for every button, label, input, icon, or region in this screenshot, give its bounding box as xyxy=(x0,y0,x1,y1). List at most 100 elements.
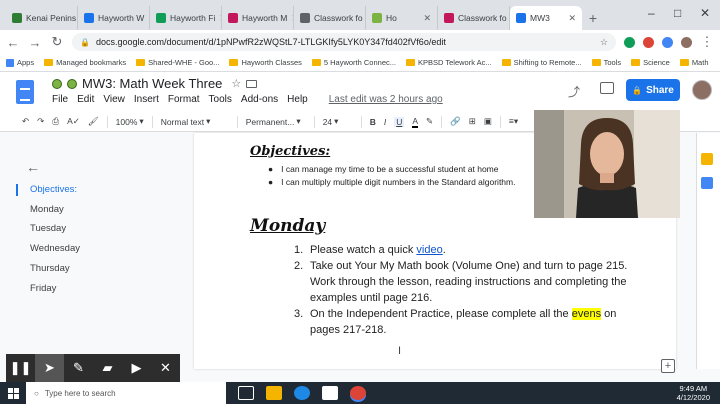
outline-item-monday[interactable]: Monday xyxy=(30,204,64,215)
bookmark-item[interactable]: Shifting to Remote... xyxy=(501,58,582,67)
menu-item-view[interactable]: View xyxy=(103,94,125,105)
bookmark-item[interactable]: Math xyxy=(679,58,709,67)
more-vert-icon[interactable]: ⋮ xyxy=(700,34,714,50)
bookmark-item[interactable]: Shared-WHE - Goo... xyxy=(136,58,219,67)
bookmark-item[interactable]: Apps xyxy=(6,58,34,67)
text-color-icon[interactable]: A xyxy=(412,116,419,128)
store-icon[interactable] xyxy=(322,386,338,400)
highlight-icon[interactable]: ✎ xyxy=(426,116,433,127)
profile-avatar[interactable] xyxy=(681,36,692,48)
last-edit-link[interactable]: Last edit was 2 hours ago xyxy=(329,94,443,105)
menu-item-tools[interactable]: Tools xyxy=(209,94,232,105)
edge-icon[interactable] xyxy=(294,386,310,400)
close-icon[interactable]: ✕ xyxy=(151,354,180,382)
file-explorer-icon[interactable] xyxy=(266,386,282,400)
insert-image-icon[interactable]: ▣ xyxy=(484,116,492,127)
bookmark-item[interactable]: Science xyxy=(631,58,670,67)
account-avatar[interactable] xyxy=(692,80,712,100)
outline-item-objectives[interactable]: Objectives: xyxy=(30,184,77,195)
extension-icon[interactable] xyxy=(662,36,673,48)
menu-item-help[interactable]: Help xyxy=(287,94,308,105)
menu-item-file[interactable]: File xyxy=(52,94,68,105)
menu-item-format[interactable]: Format xyxy=(168,94,200,105)
bullet-icon: ● xyxy=(268,164,274,174)
url-field[interactable]: 🔒 docs.google.com/document/d/1pNPwfR2zWQ… xyxy=(72,33,616,51)
tasks-icon[interactable] xyxy=(701,177,713,189)
taskbar-search-box[interactable]: ○ Type here to search xyxy=(26,382,226,404)
menu-item-edit[interactable]: Edit xyxy=(77,94,94,105)
windows-start-icon[interactable] xyxy=(0,382,26,404)
zoom-select[interactable]: 100% ▾ xyxy=(116,116,144,127)
spellcheck-icon[interactable]: A✓ xyxy=(67,116,80,127)
font-select[interactable]: Permanent... ▾ xyxy=(246,116,306,127)
outline-item-tuesday[interactable]: Tuesday xyxy=(30,223,66,234)
close-window-button[interactable]: ✕ xyxy=(700,6,710,20)
share-button[interactable]: 🔒 Share xyxy=(626,79,680,101)
objective-item: ● I can multiply multiple digit numbers … xyxy=(268,177,515,187)
bookmark-item[interactable]: Managed bookmarks xyxy=(44,58,126,67)
tab-label: Hayworth M xyxy=(242,13,288,23)
italic-icon[interactable]: I xyxy=(384,117,386,127)
print-icon[interactable]: ⎙ xyxy=(52,116,59,127)
browser-tab[interactable]: Kenai Penins✕ xyxy=(6,6,78,30)
browser-tab[interactable]: Ho ✕ xyxy=(366,6,438,30)
menu-item-insert[interactable]: Insert xyxy=(134,94,159,105)
docs-logo-icon[interactable] xyxy=(16,80,34,104)
move-folder-icon[interactable] xyxy=(246,79,258,88)
redo-icon[interactable]: ↷ xyxy=(37,116,44,127)
activity-trend-icon[interactable]: ⤴ xyxy=(568,83,580,100)
star-icon[interactable]: ☆ xyxy=(600,37,608,48)
maximize-button[interactable]: □ xyxy=(674,6,681,20)
insert-comment-icon[interactable]: ⊞ xyxy=(469,116,476,127)
back-arrow-icon[interactable]: ← xyxy=(6,35,20,50)
extension-icon[interactable] xyxy=(643,36,654,48)
chrome-icon[interactable] xyxy=(350,386,366,400)
minimize-button[interactable]: – xyxy=(648,6,655,20)
star-icon[interactable]: ☆ xyxy=(231,77,241,90)
extension-icon[interactable] xyxy=(624,36,635,48)
highlighter-icon[interactable]: ▰ xyxy=(93,354,122,382)
tab-close-icon[interactable]: ✕ xyxy=(423,13,431,24)
bookmark-item[interactable]: Tools xyxy=(591,58,621,67)
undo-icon[interactable]: ↶ xyxy=(22,116,29,127)
reload-icon[interactable]: ↻ xyxy=(50,34,64,50)
pen-icon[interactable]: ✎ xyxy=(64,354,93,382)
bookmark-item[interactable]: 5 Hayworth Connec... xyxy=(311,58,396,67)
browser-tab[interactable]: Hayworth Fi✕ xyxy=(150,6,222,30)
video-link[interactable]: video xyxy=(416,244,442,256)
align-icon[interactable]: ≡▾ xyxy=(509,116,518,127)
browser-tab[interactable]: Classwork fo✕ xyxy=(294,6,366,30)
camera-icon[interactable]: ▶ xyxy=(122,354,151,382)
menu-item-add-ons[interactable]: Add-ons xyxy=(241,94,278,105)
chevron-down-icon: ▾ xyxy=(139,116,144,126)
pointer-icon[interactable]: ➤ xyxy=(35,354,64,382)
keep-icon[interactable] xyxy=(701,153,713,165)
browser-tab[interactable]: Classwork fo✕ xyxy=(438,6,510,30)
bookmark-label: Math xyxy=(691,58,709,67)
browser-tab[interactable]: Hayworth W✕ xyxy=(78,6,150,30)
close-outline-arrow-icon[interactable]: ← xyxy=(26,159,40,175)
forward-arrow-icon[interactable]: → xyxy=(28,35,42,50)
pause-icon[interactable]: ❚❚ xyxy=(6,354,35,382)
font-size-select[interactable]: 24 ▾ xyxy=(323,116,353,127)
comment-icon[interactable] xyxy=(600,82,614,94)
paint-format-icon[interactable]: 🖌 xyxy=(88,116,99,127)
new-tab-button[interactable]: + xyxy=(582,6,604,30)
browser-tab[interactable]: MW3 ✕ xyxy=(510,6,582,30)
link-icon[interactable]: 🔗 xyxy=(450,116,461,127)
outline-item-friday[interactable]: Friday xyxy=(30,283,56,294)
bookmark-item[interactable]: KPBSD Telework Ac... xyxy=(406,58,492,67)
add-addon-button[interactable]: + xyxy=(661,359,675,373)
task-view-icon[interactable] xyxy=(238,386,254,400)
tab-close-icon[interactable]: ✕ xyxy=(568,13,576,24)
browser-tab[interactable]: Hayworth M✕ xyxy=(222,6,294,30)
underline-icon[interactable]: U xyxy=(394,116,405,127)
style-select[interactable]: Normal text ▾ xyxy=(161,116,229,127)
document-title[interactable]: MW3: Math Week Three ☆ xyxy=(52,76,258,91)
bold-icon[interactable]: B xyxy=(370,117,376,127)
system-clock[interactable]: 9:49 AM 4/12/2020 xyxy=(677,384,710,402)
step-number: 1. xyxy=(294,244,304,256)
outline-item-wednesday[interactable]: Wednesday xyxy=(30,243,80,254)
outline-item-thursday[interactable]: Thursday xyxy=(30,263,70,274)
bookmark-item[interactable]: Hayworth Classes xyxy=(229,58,302,67)
